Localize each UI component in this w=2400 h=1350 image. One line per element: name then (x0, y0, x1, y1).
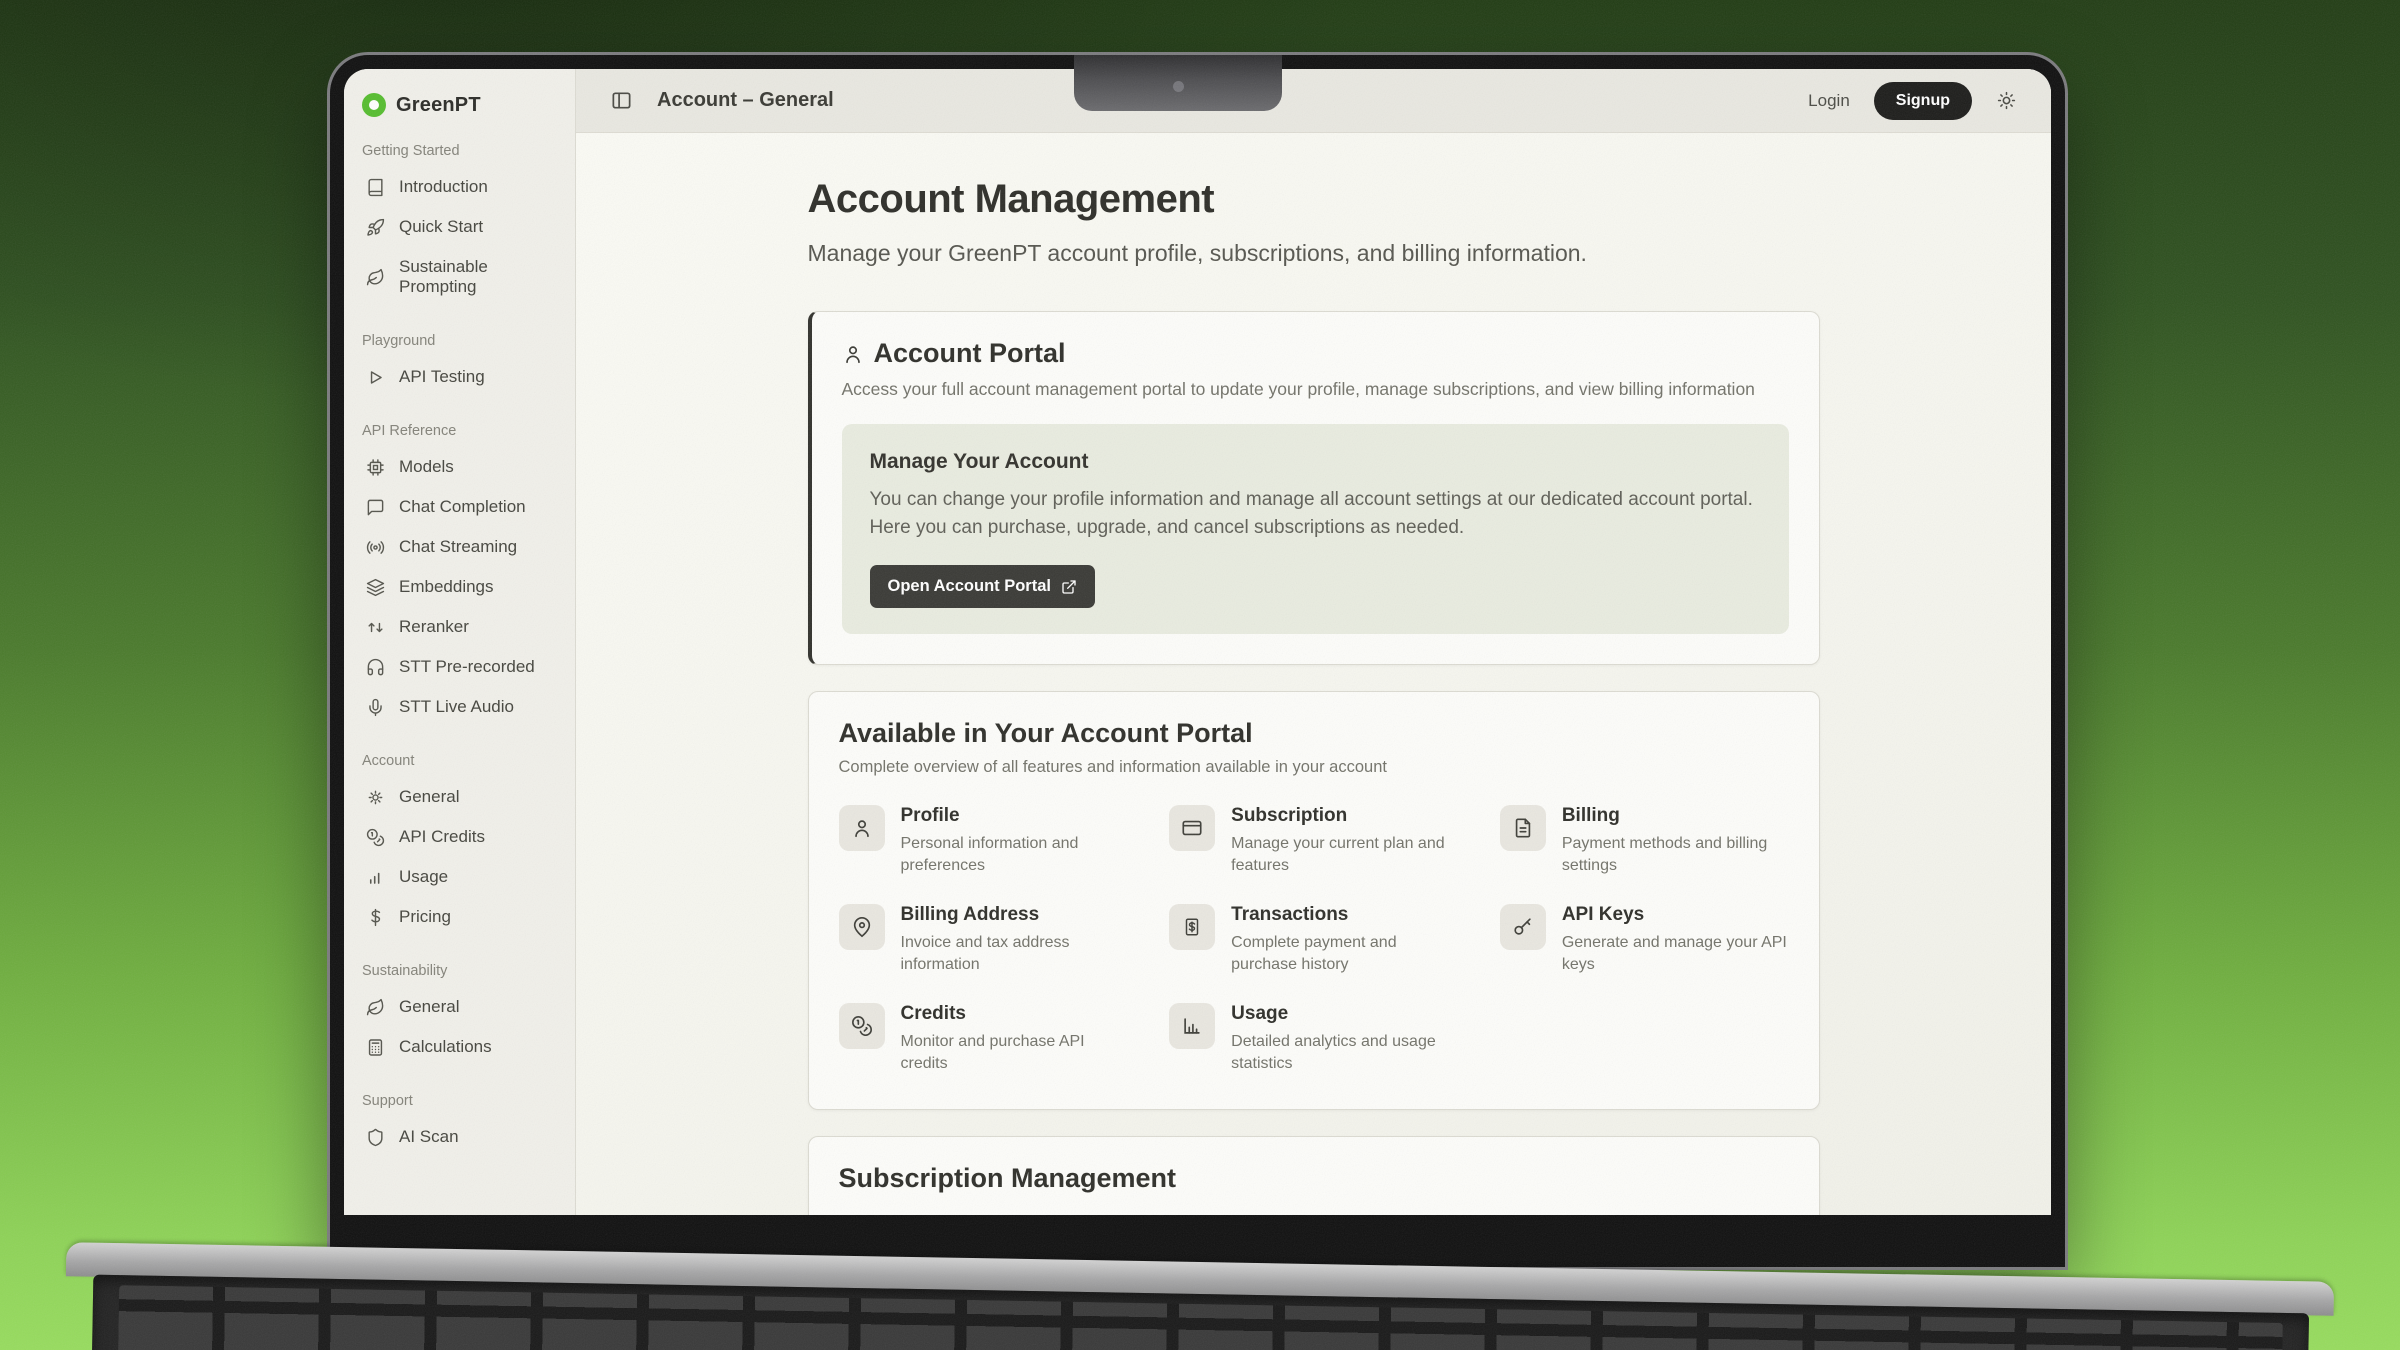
card-title: Available in Your Account Portal (839, 718, 1789, 749)
sidebar-section-api-reference: API Reference Models Chat Completion Cha… (362, 423, 557, 727)
sort-arrows-icon (366, 618, 385, 637)
section-label: Sustainability (362, 963, 557, 979)
external-link-icon (1061, 579, 1077, 595)
user-icon (842, 343, 864, 365)
login-link[interactable]: Login (1808, 91, 1850, 111)
feature-billing: Billing Payment methods and billing sett… (1500, 805, 1789, 878)
map-pin-icon (851, 916, 873, 938)
sidebar-item-sustainable-prompting[interactable]: Sustainable Prompting (362, 247, 557, 307)
laptop-notch (1074, 55, 1282, 111)
key-icon (1512, 916, 1534, 938)
sidebar-item-account-general[interactable]: General (362, 777, 557, 817)
panel-body: You can change your profile information … (870, 486, 1761, 541)
feature-grid: Profile Personal information and prefere… (839, 805, 1789, 1075)
sidebar-section-sustainability: Sustainability General Calculations (362, 963, 557, 1067)
leaf-icon (366, 998, 385, 1017)
sidebar-section-playground: Playground API Testing (362, 333, 557, 397)
feature-profile: Profile Personal information and prefere… (839, 805, 1128, 878)
chat-icon (366, 498, 385, 517)
card-subtitle: Complete overview of all features and in… (839, 758, 1789, 777)
signup-button[interactable]: Signup (1874, 82, 1972, 120)
sidebar-item-quick-start[interactable]: Quick Start (362, 207, 557, 247)
rocket-icon (366, 218, 385, 237)
panel-title: Manage Your Account (870, 450, 1761, 474)
sidebar-item-stt-live-audio[interactable]: STT Live Audio (362, 687, 557, 727)
broadcast-icon (366, 538, 385, 557)
feature-usage: Usage Detailed analytics and usage stati… (1169, 1003, 1458, 1076)
account-portal-card: Account Portal Access your full account … (808, 311, 1820, 665)
sidebar-item-chat-streaming[interactable]: Chat Streaming (362, 527, 557, 567)
sidebar-item-chat-completion[interactable]: Chat Completion (362, 487, 557, 527)
sidebar-item-pricing[interactable]: Pricing (362, 897, 557, 937)
sidebar-item-calculations[interactable]: Calculations (362, 1027, 557, 1067)
bar-chart-icon (366, 868, 385, 887)
calculator-icon (366, 1038, 385, 1057)
document-icon (1512, 817, 1534, 839)
coins-icon (851, 1015, 873, 1037)
feature-transactions: Transactions Complete payment and purcha… (1169, 904, 1458, 977)
greenpt-logo-icon (362, 93, 386, 117)
section-label: Support (362, 1093, 557, 1109)
sidebar-item-reranker[interactable]: Reranker (362, 607, 557, 647)
coins-icon (366, 828, 385, 847)
card-description: Access your full account management port… (842, 379, 1789, 400)
feature-api-keys: API Keys Generate and manage your API ke… (1500, 904, 1789, 977)
sidebar: GreenPT Getting Started Introduction Qui… (344, 69, 576, 1215)
chart-column-icon (1181, 1015, 1203, 1037)
laptop-screen: GreenPT Getting Started Introduction Qui… (330, 55, 2065, 1267)
webcam-icon (1173, 81, 1184, 92)
layers-icon (366, 578, 385, 597)
cpu-icon (366, 458, 385, 477)
receipt-icon (1181, 916, 1203, 938)
gear-icon (366, 788, 385, 807)
credit-card-icon (1181, 817, 1203, 839)
sidebar-section-account: Account General API Credits Usage (362, 753, 557, 937)
page-subtitle: Manage your GreenPT account profile, sub… (808, 240, 1820, 267)
card-title: Account Portal (874, 338, 1066, 369)
play-icon (366, 368, 385, 387)
sidebar-section-support: Support AI Scan (362, 1093, 557, 1157)
section-label: API Reference (362, 423, 557, 439)
sidebar-item-usage[interactable]: Usage (362, 857, 557, 897)
sidebar-item-models[interactable]: Models (362, 447, 557, 487)
open-account-portal-button[interactable]: Open Account Portal (870, 565, 1096, 608)
shield-icon (366, 1128, 385, 1147)
page-content: Account Management Manage your GreenPT a… (576, 133, 2051, 1215)
sidebar-item-ai-scan[interactable]: AI Scan (362, 1117, 557, 1157)
manage-account-panel: Manage Your Account You can change your … (842, 424, 1789, 634)
section-label: Playground (362, 333, 557, 349)
feature-billing-address: Billing Address Invoice and tax address … (839, 904, 1128, 977)
microphone-icon (366, 698, 385, 717)
brand-name: GreenPT (396, 94, 481, 117)
sidebar-item-api-credits[interactable]: API Credits (362, 817, 557, 857)
sidebar-item-stt-prerecorded[interactable]: STT Pre-recorded (362, 647, 557, 687)
available-features-card: Available in Your Account Portal Complet… (808, 691, 1820, 1110)
sidebar-item-sustainability-general[interactable]: General (362, 987, 557, 1027)
page-title: Account Management (808, 177, 1820, 222)
app-window: GreenPT Getting Started Introduction Qui… (344, 69, 2051, 1215)
sidebar-item-introduction[interactable]: Introduction (362, 167, 557, 207)
subscription-management-card: Subscription Management (808, 1136, 1820, 1215)
sidebar-item-api-testing[interactable]: API Testing (362, 357, 557, 397)
dollar-icon (366, 908, 385, 927)
brand-logo[interactable]: GreenPT (362, 93, 557, 117)
sidebar-toggle-icon[interactable] (610, 89, 633, 112)
headphones-icon (366, 658, 385, 677)
feature-credits: Credits Monitor and purchase API credits (839, 1003, 1128, 1076)
theme-toggle-sun-icon[interactable] (1996, 90, 2017, 111)
leaf-icon (366, 268, 385, 287)
desktop-background: GreenPT Getting Started Introduction Qui… (0, 0, 2400, 1350)
user-icon (851, 817, 873, 839)
main-area: Account – General Login Signup Account M… (576, 69, 2051, 1215)
sidebar-section-getting-started: Getting Started Introduction Quick Start… (362, 143, 557, 307)
feature-subscription: Subscription Manage your current plan an… (1169, 805, 1458, 878)
section-label: Getting Started (362, 143, 557, 159)
card-title: Subscription Management (839, 1163, 1789, 1194)
topbar: Account – General Login Signup (576, 69, 2051, 133)
book-icon (366, 178, 385, 197)
section-label: Account (362, 753, 557, 769)
breadcrumb: Account – General (657, 89, 834, 112)
sidebar-item-embeddings[interactable]: Embeddings (362, 567, 557, 607)
